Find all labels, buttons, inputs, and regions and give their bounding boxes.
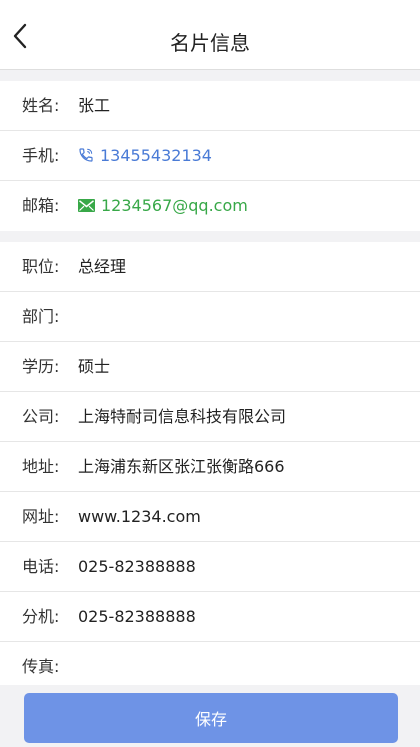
extension-row: 分机: 025-82388888 (0, 592, 420, 642)
mobile-link[interactable]: 13455432134 (78, 131, 212, 181)
mobile-value: 13455432134 (100, 146, 212, 165)
department-row: 部门: (0, 292, 420, 342)
email-label: 邮箱: (22, 196, 60, 215)
email-value: 1234567@qq.com (101, 196, 248, 215)
telephone-row[interactable]: 电话: 025-82388888 (0, 542, 420, 592)
mobile-row[interactable]: 手机: 13455432134 (0, 131, 420, 181)
address-row: 地址: 上海浦东新区张江张衡路666 (0, 442, 420, 492)
website-row[interactable]: 网址: www.1234.com (0, 492, 420, 542)
extension-label: 分机: (22, 607, 60, 626)
department-label: 部门: (22, 307, 60, 326)
email-link[interactable]: 1234567@qq.com (78, 181, 248, 231)
education-value: 硕士 (78, 357, 111, 376)
company-label: 公司: (22, 407, 60, 426)
name-row: 姓名: 张工 (0, 81, 420, 131)
telephone-label: 电话: (22, 557, 60, 576)
name-label: 姓名: (22, 96, 60, 115)
company-value: 上海特耐司信息科技有限公司 (78, 407, 287, 426)
education-label: 学历: (22, 357, 60, 376)
contact-section: 姓名: 张工 手机: 13455432134 邮箱: 1234567@qq.co… (0, 81, 420, 231)
company-row: 公司: 上海特耐司信息科技有限公司 (0, 392, 420, 442)
address-value: 上海浦东新区张江张衡路666 (78, 457, 285, 476)
mobile-label: 手机: (22, 146, 60, 165)
name-value: 张工 (78, 96, 111, 115)
page-title: 名片信息 (170, 31, 250, 55)
website-label: 网址: (22, 507, 60, 526)
fax-label: 传真: (22, 657, 60, 676)
telephone-value[interactable]: 025-82388888 (78, 542, 196, 592)
save-button[interactable]: 保存 (24, 693, 398, 743)
email-row[interactable]: 邮箱: 1234567@qq.com (0, 181, 420, 231)
navigation-bar: 名片信息 (0, 0, 420, 70)
fax-row: 传真: (0, 642, 420, 685)
details-section: 职位: 总经理 部门: 学历: 硕士 公司: 上海特耐司信息科技有限公司 地址:… (0, 242, 420, 685)
position-value: 总经理 (78, 257, 127, 276)
address-label: 地址: (22, 457, 60, 476)
position-label: 职位: (22, 257, 60, 276)
position-row: 职位: 总经理 (0, 242, 420, 292)
education-row: 学历: 硕士 (0, 342, 420, 392)
mail-icon (78, 198, 95, 212)
extension-value: 025-82388888 (78, 607, 196, 626)
phone-icon (79, 148, 93, 162)
website-value[interactable]: www.1234.com (78, 492, 201, 542)
